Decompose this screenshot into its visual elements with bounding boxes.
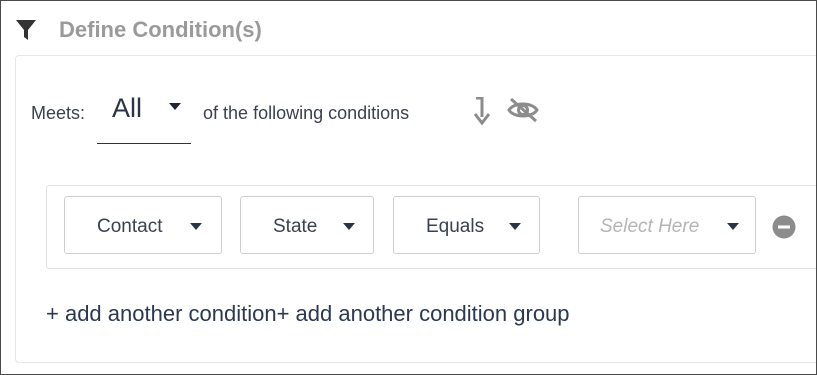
meets-label: Meets: — [31, 103, 86, 123]
panel-header: Define Condition(s) — [15, 15, 262, 45]
value-dropdown[interactable]: Select Here — [578, 196, 756, 254]
caret-down-icon — [509, 223, 521, 230]
remove-condition-icon[interactable] — [772, 215, 796, 239]
meets-selected-value: All — [112, 93, 143, 123]
caret-down-icon — [190, 223, 202, 230]
panel-title: Define Condition(s) — [59, 17, 262, 42]
entity-value: Contact — [97, 216, 163, 237]
filter-icon — [16, 20, 36, 40]
add-condition-group-link[interactable]: + add another condition group — [277, 301, 570, 326]
condition-panel: Define Condition(s) Meets: All of the fo… — [0, 0, 817, 375]
meets-suffix: of the following conditions — [203, 103, 410, 123]
operator-dropdown[interactable]: Equals — [393, 196, 540, 254]
add-actions: + add another condition+ add another con… — [46, 301, 570, 327]
value-placeholder: Select Here — [600, 216, 700, 237]
operator-value: Equals — [426, 216, 485, 237]
meets-dropdown[interactable]: All — [97, 87, 192, 144]
entity-dropdown[interactable]: Contact — [64, 196, 222, 254]
caret-down-icon — [343, 223, 355, 230]
caret-down-icon — [169, 103, 182, 110]
condition-row: Contact State Equals Select Here — [46, 185, 816, 269]
caret-down-icon — [727, 223, 739, 230]
field-dropdown[interactable]: State — [240, 196, 374, 254]
sort-down-icon[interactable] — [472, 97, 490, 125]
add-condition-link[interactable]: + add another condition — [46, 301, 277, 326]
meets-row: Meets: All of the following conditions — [31, 87, 410, 144]
eye-slash-icon[interactable] — [506, 97, 540, 123]
field-value: State — [273, 216, 318, 237]
